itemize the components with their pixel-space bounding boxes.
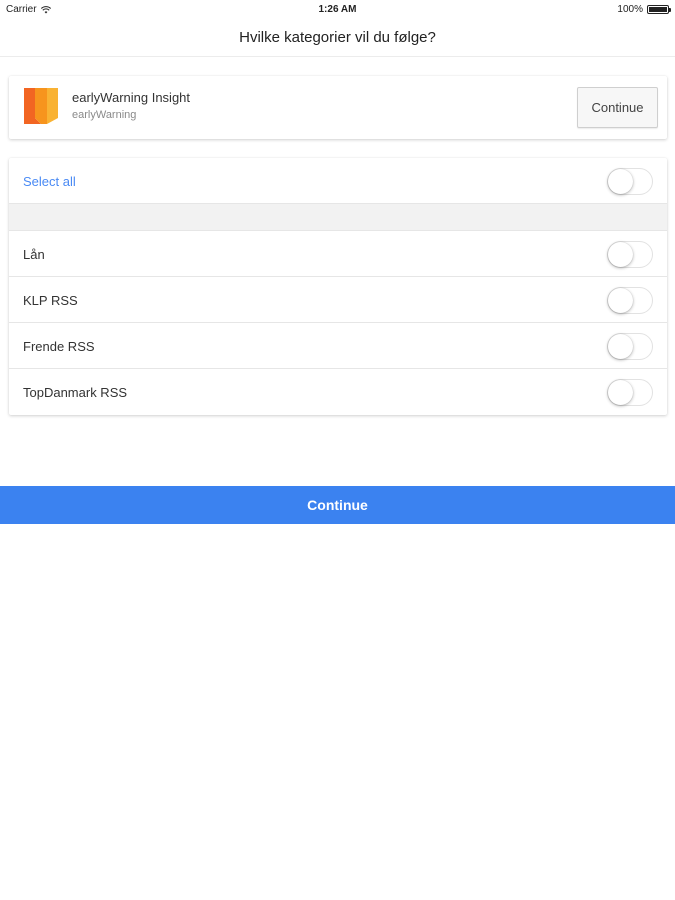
header-divider	[0, 56, 675, 57]
category-list: Select all Lån KLP RSS Frende RSS TopDan…	[9, 158, 667, 415]
category-row-topdanmark-rss[interactable]: TopDanmark RSS	[9, 369, 667, 415]
category-toggle-laan[interactable]	[607, 241, 653, 268]
app-publisher: earlyWarning	[72, 109, 137, 121]
app-card: earlyWarning Insight earlyWarning Contin…	[9, 76, 667, 139]
category-row-klp-rss[interactable]: KLP RSS	[9, 277, 667, 323]
battery-fill	[649, 7, 667, 12]
category-toggle-frende-rss[interactable]	[607, 333, 653, 360]
app-continue-button[interactable]: Continue	[577, 87, 658, 128]
select-all-label[interactable]: Select all	[23, 174, 76, 189]
category-row-frende-rss[interactable]: Frende RSS	[9, 323, 667, 369]
category-label: Frende RSS	[23, 339, 95, 354]
category-toggle-klp-rss[interactable]	[607, 287, 653, 314]
category-label: KLP RSS	[23, 293, 78, 308]
toggle-knob	[608, 288, 633, 313]
battery-icon	[647, 5, 671, 14]
category-toggle-topdanmark-rss[interactable]	[607, 379, 653, 406]
section-separator	[9, 204, 667, 231]
status-time: 1:26 AM	[318, 4, 357, 15]
continue-button[interactable]: Continue	[0, 486, 675, 524]
category-row-laan[interactable]: Lån	[9, 231, 667, 277]
category-label: TopDanmark RSS	[23, 385, 128, 400]
toggle-knob	[608, 380, 633, 405]
toggle-knob	[608, 334, 633, 359]
battery-percent: 100%	[617, 4, 643, 15]
status-bar: Carrier 1:26 AM 100%	[0, 0, 675, 20]
page-title: Hvilke kategorier vil du følge?	[239, 29, 436, 46]
app-name: earlyWarning Insight	[72, 90, 191, 105]
toggle-knob	[608, 169, 633, 194]
toggle-knob	[608, 242, 633, 267]
category-label: Lån	[23, 247, 45, 262]
status-right: 100%	[617, 4, 671, 15]
select-all-row[interactable]: Select all	[9, 158, 667, 204]
app-logo-icon	[24, 88, 58, 124]
select-all-toggle[interactable]	[607, 168, 653, 195]
